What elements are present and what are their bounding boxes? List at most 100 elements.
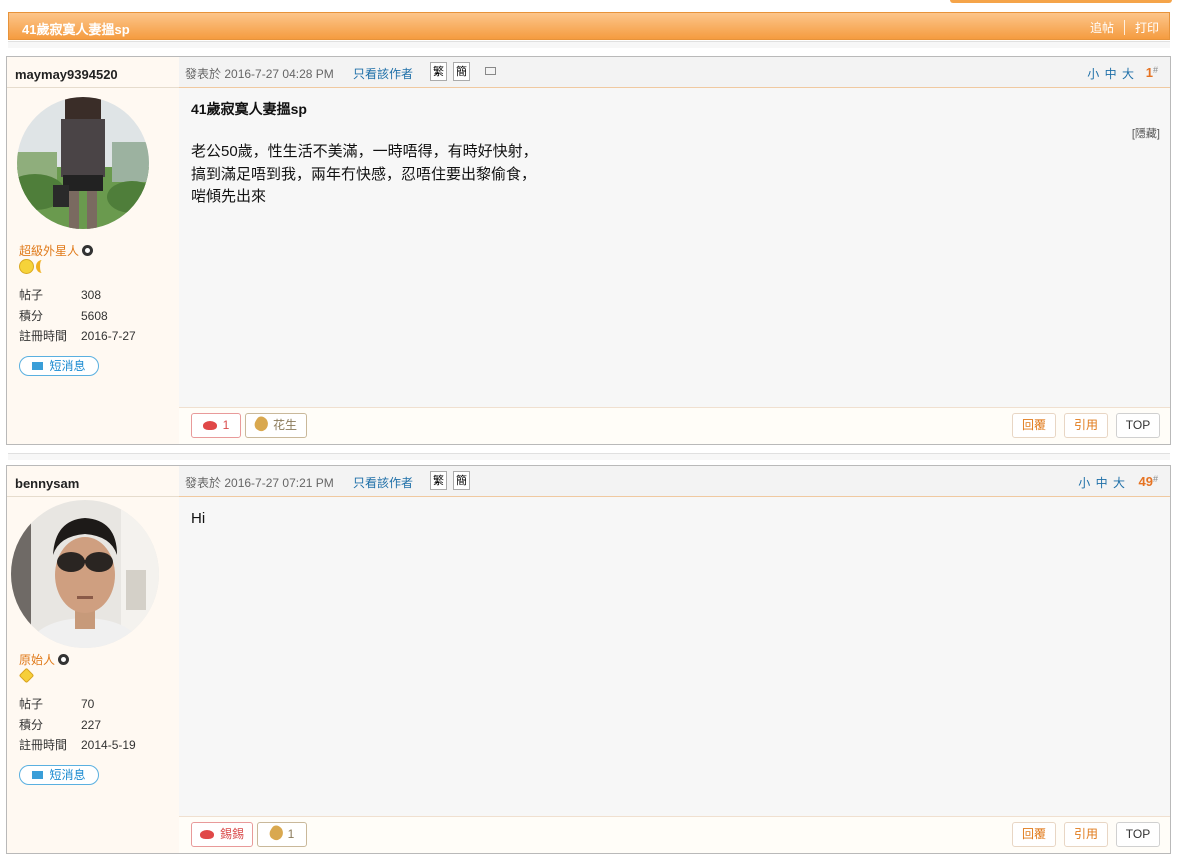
floor-value: 1 [1145,65,1153,80]
moon-medal-icon[interactable] [36,260,48,274]
post: maymay9394520 超級外星人 帖子 308 積分 5608 註冊時間 … [6,56,1171,445]
smile-medal-icon[interactable] [19,259,34,275]
body-line: 搞到滿足唔到我，兩年冇快感，忍唔住要出黎偷食， [191,165,537,183]
peanut-button[interactable]: 1 [257,822,307,847]
kiss-icon [202,421,217,430]
hash-mark: # [1152,65,1158,75]
points-label: 積分 [19,717,44,732]
top-button[interactable]: TOP [1116,413,1160,438]
reply-button[interactable]: 回覆 [1012,822,1056,847]
points-value: 5608 [81,308,108,323]
user-stats: 帖子 70 積分 227 註冊時間 2014-5-19 [19,694,136,756]
font-small-link[interactable]: 小 [1078,476,1091,490]
reply-button[interactable]: 回覆 [1012,413,1056,438]
post-body: 老公50歲，性生活不美滿，一時唔得，有時好快射， 搞到滿足唔到我，兩年冇快感，忍… [191,141,1160,209]
reg-time-label: 註冊時間 [19,329,68,343]
hidden-tag: [隱藏] [1131,128,1160,140]
avatar[interactable] [11,500,159,648]
user-rank: 原始人 [19,651,70,668]
envelope-icon [32,362,44,370]
post-content: 41歲寂寞人妻搵sp 老公50歲，性生活不美滿，一時唔得，有時好快射， 搞到滿足… [191,99,1160,209]
divider [8,41,1170,48]
posts-label: 帖子 [19,697,44,711]
peanut-button[interactable]: 花生 [245,413,307,438]
post: bennysam 原始人 帖子 70 積分 227 註冊時間 2014-5-19… [6,465,1171,854]
gear-icon [82,245,94,256]
thread-title: 41歲寂寞人妻搵sp [22,22,130,37]
reg-time-value: 2016-7-27 [81,329,136,343]
floor-number[interactable]: 49# [1139,474,1158,489]
posts-value: 70 [81,697,95,711]
font-size-switch: 小 中 大 [1078,474,1126,491]
peanut-icon [252,414,271,434]
font-mid-link[interactable]: 中 [1096,476,1109,490]
peanut-label: 花生 [272,418,297,432]
post-datetime: 2016-7-27 04:28 PM [224,67,334,81]
post-meta: 發表於 2016-7-27 04:28 PM 只看該作者 繁 簡 小 中 大 1… [179,57,1170,88]
author-name[interactable]: maymay9394520 [15,67,118,82]
kiss-label: 1 [222,418,230,432]
post-body: Hi [191,510,206,527]
post-main: 發表於 2016-7-27 07:21 PM 只看該作者 繁 簡 小 中 大 4… [179,466,1170,853]
pm-button[interactable]: 短消息 [19,356,99,376]
reg-time-label: 註冊時間 [19,738,68,752]
simplified-button[interactable]: 簡 [453,62,470,81]
author-name[interactable]: bennysam [15,476,79,491]
divider [1123,20,1125,35]
quote-button[interactable]: 引用 [1064,413,1108,438]
divider [7,87,179,88]
font-small-link[interactable]: 小 [1087,67,1100,81]
points-label: 積分 [19,308,44,323]
post-title: 41歲寂寞人妻搵sp [191,101,307,117]
follow-link[interactable]: 追帖 [1090,21,1114,35]
print-link[interactable]: 打印 [1135,21,1159,35]
post-footer: 1 花生 回覆 引用 TOP [179,407,1170,444]
font-big-link[interactable]: 大 [1113,476,1126,490]
kiss-button[interactable]: 錫錫 [191,822,253,847]
only-author-link[interactable]: 只看該作者 [353,65,413,82]
pm-button[interactable]: 短消息 [19,765,99,785]
floor-value: 49 [1138,474,1153,489]
quote-button[interactable]: 引用 [1064,822,1108,847]
traditional-button[interactable]: 繁 [430,471,447,490]
thread-actions: 追帖 打印 [1090,19,1159,36]
points-value: 227 [81,717,102,732]
divider [8,453,1170,460]
traditional-button[interactable]: 繁 [430,62,447,81]
medals [18,668,35,684]
top-button[interactable]: TOP [1116,822,1160,847]
author-sidebar: maymay9394520 超級外星人 帖子 308 積分 5608 註冊時間 … [7,57,180,444]
font-mid-link[interactable]: 中 [1105,67,1118,81]
gear-icon [58,654,70,665]
reg-time-value: 2014-5-19 [81,738,136,752]
user-rank-label: 原始人 [19,653,56,667]
post-footer: 錫錫 1 回覆 引用 TOP [179,816,1170,853]
body-line: 啱傾先出來 [191,188,267,205]
thread-header: 41歲寂寞人妻搵sp 追帖 打印 [8,12,1170,40]
medals [19,259,50,275]
simplified-button[interactable]: 簡 [453,471,470,490]
floor-number[interactable]: 1# [1146,65,1158,80]
post-date: 發表於 2016-7-27 04:28 PM [185,65,334,82]
user-rank: 超級外星人 [19,242,94,259]
author-sidebar: bennysam 原始人 帖子 70 積分 227 註冊時間 2014-5-19… [7,466,180,853]
posts-label: 帖子 [19,288,44,302]
mail-icon[interactable] [485,67,496,75]
post-datetime: 2016-7-27 07:21 PM [224,476,334,490]
post-meta: 發表於 2016-7-27 07:21 PM 只看該作者 繁 簡 小 中 大 4… [179,466,1170,497]
user-stats: 帖子 308 積分 5608 註冊時間 2016-7-27 [19,285,136,347]
kiss-icon [199,830,214,839]
pm-label: 短消息 [49,359,86,373]
peanut-label: 1 [287,827,295,841]
hash-mark: # [1152,474,1158,484]
font-big-link[interactable]: 大 [1122,67,1135,81]
only-author-link[interactable]: 只看該作者 [353,474,413,491]
kiss-button[interactable]: 1 [191,413,241,438]
avatar[interactable] [17,97,149,229]
star-medal-icon[interactable] [18,668,35,684]
font-size-switch: 小 中 大 [1087,65,1135,82]
kiss-label: 錫錫 [219,827,244,841]
top-accent-bar [950,0,1172,3]
post-content: Hi [191,508,1160,531]
peanut-icon [267,823,286,843]
